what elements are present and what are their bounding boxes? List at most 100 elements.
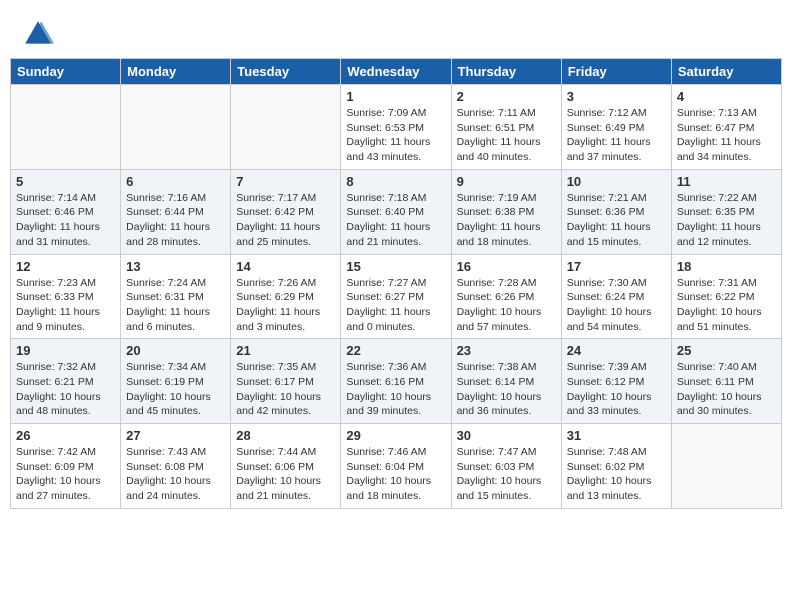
calendar-cell: 21 Sunrise: 7:35 AM Sunset: 6:17 PM Dayli… [231, 339, 341, 424]
day-info: Sunrise: 7:46 AM Sunset: 6:04 PM Dayligh… [346, 445, 445, 504]
day-number: 2 [457, 89, 556, 104]
logo-icon [22, 18, 54, 50]
day-number: 8 [346, 174, 445, 189]
calendar-cell: 7 Sunrise: 7:17 AM Sunset: 6:42 PM Daylig… [231, 169, 341, 254]
day-info: Sunrise: 7:44 AM Sunset: 6:06 PM Dayligh… [236, 445, 335, 504]
calendar-table: SundayMondayTuesdayWednesdayThursdayFrid… [10, 58, 782, 509]
day-number: 14 [236, 259, 335, 274]
day-number: 3 [567, 89, 666, 104]
day-number: 10 [567, 174, 666, 189]
calendar-cell: 18Sunrise: 7:31 AM Sunset: 6:22 PM Dayli… [671, 254, 781, 339]
calendar-week-row: 12 Sunrise: 7:23 AM Sunset: 6:33 PM Dayli… [11, 254, 782, 339]
day-info: Sunrise: 7:14 AM Sunset: 6:46 PM Dayligh… [16, 191, 115, 250]
day-info: Sunrise: 7:40 AM Sunset: 6:11 PM Dayligh… [677, 360, 776, 419]
day-info: Sunrise: 7:35 AM Sunset: 6:17 PM Dayligh… [236, 360, 335, 419]
calendar-cell: 20 Sunrise: 7:34 AM Sunset: 6:19 PM Dayli… [121, 339, 231, 424]
calendar-cell: 4 Sunrise: 7:13 AM Sunset: 6:47 PM Daylig… [671, 85, 781, 170]
day-number: 23 [457, 343, 556, 358]
page-header [10, 10, 782, 54]
calendar-week-row: 5 Sunrise: 7:14 AM Sunset: 6:46 PM Daylig… [11, 169, 782, 254]
day-info: Sunrise: 7:24 AM Sunset: 6:31 PM Dayligh… [126, 276, 225, 335]
weekday-header-thursday: Thursday [451, 59, 561, 85]
calendar-cell: 8Sunrise: 7:18 AM Sunset: 6:40 PM Daylig… [341, 169, 451, 254]
weekday-header-friday: Friday [561, 59, 671, 85]
calendar-cell: 6Sunrise: 7:16 AM Sunset: 6:44 PM Daylig… [121, 169, 231, 254]
day-info: Sunrise: 7:28 AM Sunset: 6:26 PM Dayligh… [457, 276, 556, 335]
day-number: 26 [16, 428, 115, 443]
weekday-header-tuesday: Tuesday [231, 59, 341, 85]
calendar-cell: 25Sunrise: 7:40 AM Sunset: 6:11 PM Dayli… [671, 339, 781, 424]
calendar-cell: 2 Sunrise: 7:11 AM Sunset: 6:51 PM Daylig… [451, 85, 561, 170]
day-number: 4 [677, 89, 776, 104]
calendar-cell: 14 Sunrise: 7:26 AM Sunset: 6:29 PM Dayli… [231, 254, 341, 339]
calendar-cell: 10 Sunrise: 7:21 AM Sunset: 6:36 PM Dayli… [561, 169, 671, 254]
day-info: Sunrise: 7:48 AM Sunset: 6:02 PM Dayligh… [567, 445, 666, 504]
day-number: 21 [236, 343, 335, 358]
day-info: Sunrise: 7:09 AM Sunset: 6:53 PM Dayligh… [346, 106, 445, 165]
calendar-cell [671, 424, 781, 509]
day-number: 17 [567, 259, 666, 274]
day-info: Sunrise: 7:34 AM Sunset: 6:19 PM Dayligh… [126, 360, 225, 419]
day-info: Sunrise: 7:47 AM Sunset: 6:03 PM Dayligh… [457, 445, 556, 504]
day-info: Sunrise: 7:32 AM Sunset: 6:21 PM Dayligh… [16, 360, 115, 419]
weekday-header-saturday: Saturday [671, 59, 781, 85]
day-number: 18 [677, 259, 776, 274]
day-number: 5 [16, 174, 115, 189]
day-number: 31 [567, 428, 666, 443]
calendar-cell: 5 Sunrise: 7:14 AM Sunset: 6:46 PM Daylig… [11, 169, 121, 254]
day-number: 30 [457, 428, 556, 443]
day-number: 11 [677, 174, 776, 189]
weekday-header-monday: Monday [121, 59, 231, 85]
calendar-week-row: 1 Sunrise: 7:09 AM Sunset: 6:53 PM Daylig… [11, 85, 782, 170]
day-number: 16 [457, 259, 556, 274]
day-number: 1 [346, 89, 445, 104]
calendar-cell: 13 Sunrise: 7:24 AM Sunset: 6:31 PM Dayli… [121, 254, 231, 339]
calendar-cell: 30 Sunrise: 7:47 AM Sunset: 6:03 PM Dayli… [451, 424, 561, 509]
day-number: 24 [567, 343, 666, 358]
calendar-cell: 22 Sunrise: 7:36 AM Sunset: 6:16 PM Dayli… [341, 339, 451, 424]
day-number: 20 [126, 343, 225, 358]
day-info: Sunrise: 7:13 AM Sunset: 6:47 PM Dayligh… [677, 106, 776, 165]
day-info: Sunrise: 7:22 AM Sunset: 6:35 PM Dayligh… [677, 191, 776, 250]
day-info: Sunrise: 7:17 AM Sunset: 6:42 PM Dayligh… [236, 191, 335, 250]
day-number: 28 [236, 428, 335, 443]
day-number: 7 [236, 174, 335, 189]
calendar-cell: 12 Sunrise: 7:23 AM Sunset: 6:33 PM Dayli… [11, 254, 121, 339]
calendar-cell: 11 Sunrise: 7:22 AM Sunset: 6:35 PM Dayli… [671, 169, 781, 254]
day-info: Sunrise: 7:36 AM Sunset: 6:16 PM Dayligh… [346, 360, 445, 419]
day-info: Sunrise: 7:21 AM Sunset: 6:36 PM Dayligh… [567, 191, 666, 250]
calendar-cell: 1 Sunrise: 7:09 AM Sunset: 6:53 PM Daylig… [341, 85, 451, 170]
day-info: Sunrise: 7:19 AM Sunset: 6:38 PM Dayligh… [457, 191, 556, 250]
day-info: Sunrise: 7:26 AM Sunset: 6:29 PM Dayligh… [236, 276, 335, 335]
calendar-cell [11, 85, 121, 170]
calendar-cell [121, 85, 231, 170]
day-info: Sunrise: 7:38 AM Sunset: 6:14 PM Dayligh… [457, 360, 556, 419]
calendar-cell: 27Sunrise: 7:43 AM Sunset: 6:08 PM Dayli… [121, 424, 231, 509]
day-number: 19 [16, 343, 115, 358]
calendar-week-row: 26Sunrise: 7:42 AM Sunset: 6:09 PM Dayli… [11, 424, 782, 509]
day-number: 22 [346, 343, 445, 358]
day-number: 13 [126, 259, 225, 274]
day-number: 15 [346, 259, 445, 274]
day-info: Sunrise: 7:23 AM Sunset: 6:33 PM Dayligh… [16, 276, 115, 335]
calendar-cell: 9Sunrise: 7:19 AM Sunset: 6:38 PM Daylig… [451, 169, 561, 254]
day-info: Sunrise: 7:27 AM Sunset: 6:27 PM Dayligh… [346, 276, 445, 335]
day-info: Sunrise: 7:43 AM Sunset: 6:08 PM Dayligh… [126, 445, 225, 504]
calendar-cell: 29Sunrise: 7:46 AM Sunset: 6:04 PM Dayli… [341, 424, 451, 509]
calendar-body: 1 Sunrise: 7:09 AM Sunset: 6:53 PM Daylig… [11, 85, 782, 509]
day-info: Sunrise: 7:11 AM Sunset: 6:51 PM Dayligh… [457, 106, 556, 165]
calendar-cell: 17 Sunrise: 7:30 AM Sunset: 6:24 PM Dayli… [561, 254, 671, 339]
logo [22, 18, 58, 50]
calendar-cell: 3Sunrise: 7:12 AM Sunset: 6:49 PM Daylig… [561, 85, 671, 170]
calendar-cell: 23 Sunrise: 7:38 AM Sunset: 6:14 PM Dayli… [451, 339, 561, 424]
calendar-cell: 16 Sunrise: 7:28 AM Sunset: 6:26 PM Dayli… [451, 254, 561, 339]
weekday-row: SundayMondayTuesdayWednesdayThursdayFrid… [11, 59, 782, 85]
calendar-cell: 28 Sunrise: 7:44 AM Sunset: 6:06 PM Dayli… [231, 424, 341, 509]
day-info: Sunrise: 7:30 AM Sunset: 6:24 PM Dayligh… [567, 276, 666, 335]
day-number: 12 [16, 259, 115, 274]
day-info: Sunrise: 7:39 AM Sunset: 6:12 PM Dayligh… [567, 360, 666, 419]
calendar-cell [231, 85, 341, 170]
calendar-cell: 26Sunrise: 7:42 AM Sunset: 6:09 PM Dayli… [11, 424, 121, 509]
day-info: Sunrise: 7:16 AM Sunset: 6:44 PM Dayligh… [126, 191, 225, 250]
calendar-cell: 19 Sunrise: 7:32 AM Sunset: 6:21 PM Dayli… [11, 339, 121, 424]
